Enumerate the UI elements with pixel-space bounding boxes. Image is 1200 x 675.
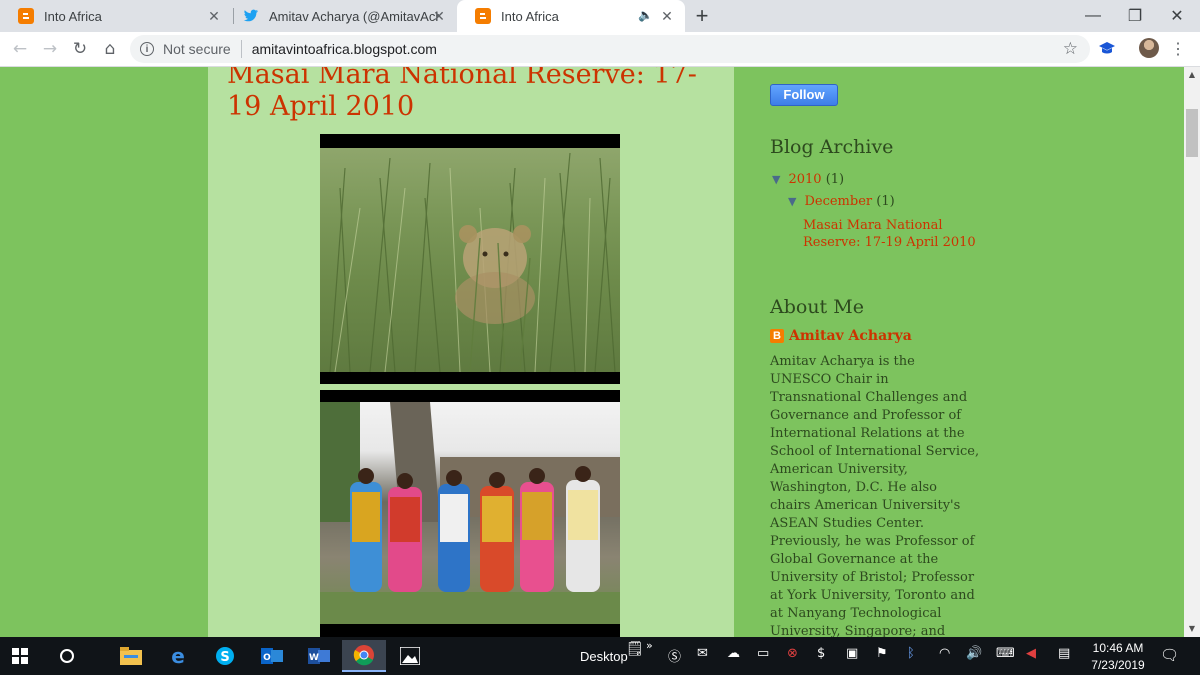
speaker-red-icon[interactable]: ◀: [1026, 646, 1036, 661]
sticky-note-icon[interactable]: 🗒: [626, 641, 644, 657]
new-tab-button[interactable]: +: [690, 4, 714, 28]
archive-year-item[interactable]: ▼ 2010 (1): [772, 172, 844, 187]
scroll-down-icon[interactable]: ▼: [1184, 621, 1200, 637]
archive-month-count: (1): [876, 194, 895, 209]
profile-name[interactable]: B Amitav Acharya: [770, 328, 912, 344]
about-me-heading: About Me: [770, 296, 864, 318]
address-bar[interactable]: i Not secure amitavintoafrica.blogspot.c…: [130, 35, 1090, 63]
chevron-right-icon[interactable]: »: [646, 639, 653, 652]
blog-archive-heading: Blog Archive: [770, 136, 894, 158]
svg-text:W: W: [309, 653, 319, 663]
extension-icon[interactable]: [1098, 40, 1116, 58]
close-icon[interactable]: ✕: [659, 8, 675, 24]
clock-date[interactable]: 7/23/2019: [1088, 658, 1148, 672]
info-icon[interactable]: i: [140, 42, 154, 56]
windows-start-icon[interactable]: [3, 640, 37, 672]
taskview-icon[interactable]: ▤: [1058, 646, 1070, 661]
defender-flag-icon[interactable]: ⚑: [876, 646, 888, 661]
page-scrollbar[interactable]: ▲ ▼: [1184, 67, 1200, 637]
skype-tray-icon[interactable]: Ⓢ: [668, 646, 681, 665]
bluetooth-icon[interactable]: ᛒ: [907, 646, 915, 661]
chrome-icon[interactable]: [342, 640, 386, 672]
masai-dancers-photo[interactable]: [320, 390, 620, 637]
clock-time[interactable]: 10:46 AM: [1092, 641, 1144, 655]
archive-month-link[interactable]: December: [804, 194, 872, 209]
word-icon[interactable]: W: [302, 640, 336, 672]
archive-month-item[interactable]: ▼ December (1): [788, 194, 895, 209]
lion-cub-photo[interactable]: [320, 134, 620, 384]
cloud-upload-icon[interactable]: ☁: [727, 646, 740, 661]
outlook-icon[interactable]: O: [255, 640, 289, 672]
tab-title: Into Africa: [501, 8, 559, 24]
tab-title: Amitav Acharya (@AmitavAchary: [269, 8, 439, 24]
twitter-icon: [243, 8, 259, 24]
tab-into-africa-1[interactable]: Into Africa ✕: [0, 0, 232, 32]
dollar-icon[interactable]: $: [817, 646, 825, 661]
reload-icon[interactable]: ↻: [68, 37, 92, 61]
minimize-button[interactable]: —: [1070, 0, 1116, 32]
url-text[interactable]: amitavintoafrica.blogspot.com: [252, 41, 437, 57]
skype-icon[interactable]: S: [208, 640, 242, 672]
follow-button[interactable]: Follow: [770, 84, 838, 106]
keyboard-icon[interactable]: ⌨: [996, 646, 1015, 661]
windows-taskbar: e S O W Desktop 🗒 » Ⓢ ✉ ☁ ▭ ⊗ $ ▣ ⚑ ᛒ ◠ …: [0, 637, 1200, 675]
browser-toolbar: ← → ↻ ⌂ i Not secure amitavintoafrica.bl…: [0, 32, 1200, 67]
dancers-image: [320, 402, 620, 624]
tab-twitter[interactable]: Amitav Acharya (@AmitavAchary ✕: [225, 0, 457, 32]
security-label: Not secure: [163, 41, 231, 57]
close-icon[interactable]: ✕: [431, 8, 447, 24]
svg-text:S: S: [220, 650, 229, 665]
triangle-down-icon[interactable]: ▼: [772, 173, 780, 186]
archive-post-link[interactable]: Masai Mara National Reserve: 17-19 April…: [803, 217, 983, 251]
network-error-icon[interactable]: ⊗: [787, 646, 798, 661]
search-circle-icon[interactable]: [50, 640, 84, 672]
page-viewport: Masai Mara National Reserve: 17-19 April…: [0, 67, 1184, 637]
scrollbar-thumb[interactable]: [1186, 109, 1198, 157]
edge-browser-icon[interactable]: e: [161, 640, 195, 672]
scroll-up-icon[interactable]: ▲: [1184, 67, 1200, 83]
close-icon[interactable]: ✕: [206, 8, 222, 24]
star-icon[interactable]: ☆: [1063, 39, 1078, 59]
blogger-icon: B: [770, 329, 784, 343]
outlook-tray-icon[interactable]: ✉: [697, 646, 708, 661]
grass-image: [329, 152, 616, 372]
avatar[interactable]: [1139, 38, 1159, 58]
blogger-icon: [475, 8, 491, 24]
forward-icon[interactable]: →: [38, 37, 62, 61]
wifi-icon[interactable]: ◠: [939, 646, 950, 661]
about-me-text: Amitav Acharya is the UNESCO Chair in Tr…: [770, 354, 980, 637]
menu-icon[interactable]: ⋮: [1170, 37, 1186, 61]
notification-icon[interactable]: 🗨: [1160, 646, 1179, 664]
main-column: Masai Mara National Reserve: 17-19 April…: [208, 67, 734, 637]
triangle-down-icon[interactable]: ▼: [788, 195, 796, 208]
back-icon[interactable]: ←: [8, 37, 32, 61]
home-icon[interactable]: ⌂: [98, 37, 122, 61]
speaker-icon[interactable]: 🔈: [638, 8, 653, 22]
svg-text:O: O: [263, 653, 271, 663]
tab-strip: Into Africa ✕ Amitav Acharya (@AmitavAch…: [0, 0, 1200, 32]
blogger-icon: [18, 8, 34, 24]
post-title[interactable]: Masai Mara National Reserve: 17-19 April…: [227, 67, 707, 123]
file-explorer-icon[interactable]: [114, 640, 148, 672]
tab-into-africa-active[interactable]: Into Africa 🔈 ✕: [457, 0, 685, 32]
archive-year-link[interactable]: 2010: [788, 172, 821, 187]
restore-button[interactable]: ❐: [1112, 0, 1158, 32]
desktop-label[interactable]: Desktop: [580, 649, 628, 664]
tab-title: Into Africa: [44, 8, 102, 24]
profile-name-text[interactable]: Amitav Acharya: [789, 328, 912, 344]
archive-year-count: (1): [825, 172, 845, 187]
omnibox-divider: [240, 40, 242, 58]
svg-text:e: e: [171, 646, 185, 666]
battery-icon[interactable]: ▣: [846, 646, 858, 661]
tablet-icon[interactable]: ▭: [757, 646, 769, 661]
close-window-button[interactable]: ✕: [1154, 0, 1200, 32]
photos-icon[interactable]: [393, 640, 427, 672]
volume-icon[interactable]: 🔊: [966, 646, 982, 661]
sidebar: Follow Blog Archive ▼ 2010 (1) ▼ December …: [734, 67, 984, 637]
